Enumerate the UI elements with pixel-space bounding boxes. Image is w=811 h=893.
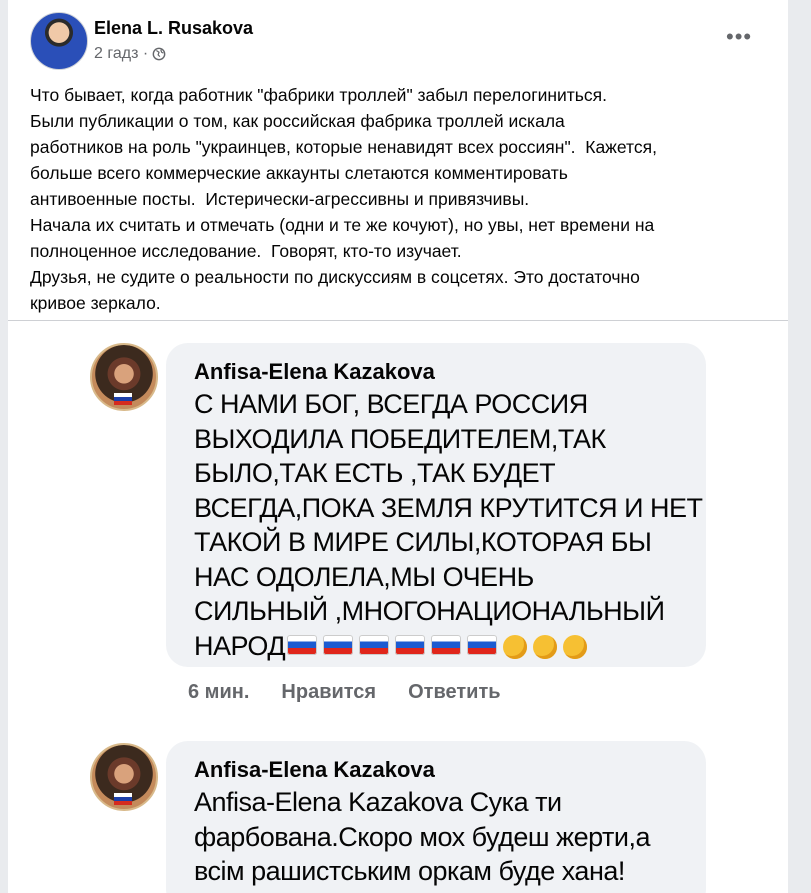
more-options-button[interactable]: ••• <box>726 26 752 48</box>
embedded-comment-screenshot: Anfisa-Elena Kazakova С НАМИ БОГ, ВСЕГДА… <box>8 321 788 893</box>
russia-flag-emoji <box>287 635 318 656</box>
reply-button[interactable]: Ответить <box>408 681 500 704</box>
comment-bubble: Anfisa-Elena Kazakova Anfisa-Elena Kazak… <box>166 741 706 893</box>
russia-flag-emoji <box>431 635 462 656</box>
post-body-text: Что бывает, когда работник "фабрики трол… <box>30 85 657 313</box>
globe-icon <box>152 47 166 61</box>
fist-emoji <box>563 635 588 660</box>
flag-icon <box>114 793 132 805</box>
comment-author-name[interactable]: Anfisa-Elena Kazakova <box>194 757 435 783</box>
comment-timestamp[interactable]: 6 мин. <box>188 681 249 704</box>
flag-icon <box>114 393 132 405</box>
post-author-name[interactable]: Elena L. Rusakova <box>94 18 253 39</box>
emoji-row <box>287 635 588 660</box>
post-timestamp[interactable]: 2 гадз · <box>94 45 148 63</box>
facebook-post: Elena L. Rusakova 2 гадз · ••• Что бывае… <box>8 0 788 893</box>
russia-flag-emoji <box>359 635 390 656</box>
fist-emoji <box>533 635 558 660</box>
post-meta: 2 гадз · <box>94 45 166 63</box>
russia-flag-emoji <box>467 635 498 656</box>
comment-actions: 6 мин. Нравится Ответить <box>188 681 501 704</box>
comment-text: Anfisa-Elena Kazakova Сука ти фарбована.… <box>194 787 651 886</box>
comment-text: С НАМИ БОГ, ВСЕГДА РОССИЯ ВЫХОДИЛА ПОБЕД… <box>194 387 704 663</box>
comment-bubble: Anfisa-Elena Kazakova С НАМИ БОГ, ВСЕГДА… <box>166 343 706 667</box>
author-avatar[interactable] <box>30 12 88 70</box>
like-button[interactable]: Нравится <box>281 681 376 704</box>
commenter-avatar[interactable] <box>90 743 158 811</box>
fist-emoji <box>503 635 528 660</box>
russia-flag-emoji <box>395 635 426 656</box>
russia-flag-emoji <box>323 635 354 656</box>
comment-author-name[interactable]: Anfisa-Elena Kazakova <box>194 359 435 385</box>
commenter-avatar[interactable] <box>90 343 158 411</box>
comment-text-body: С НАМИ БОГ, ВСЕГДА РОССИЯ ВЫХОДИЛА ПОБЕД… <box>194 389 703 661</box>
